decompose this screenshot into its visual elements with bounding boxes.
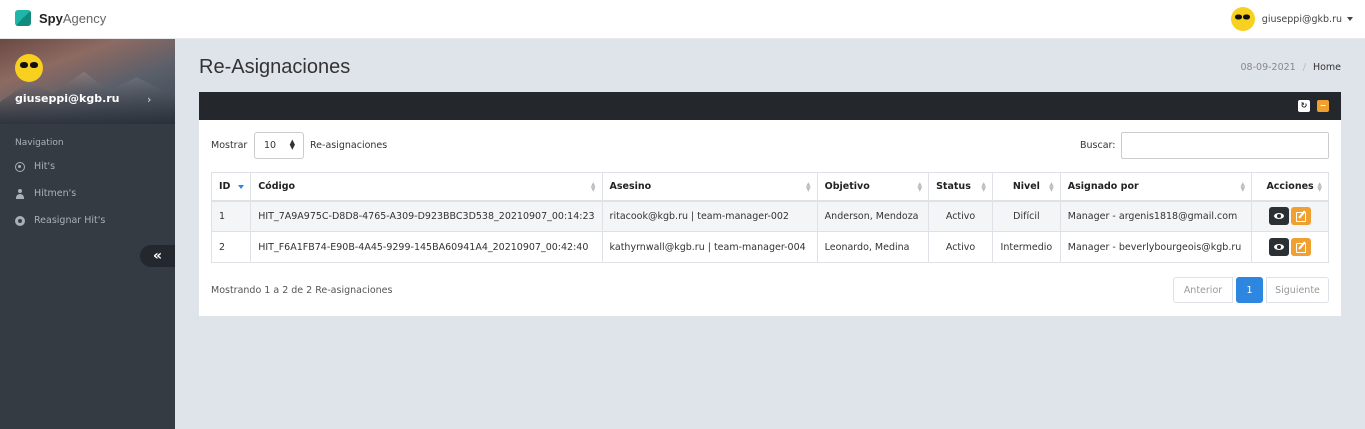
dot-circle-icon [15, 215, 25, 226]
sidebar: giuseppi@kgb.ru › Navigation Hit's Hitme… [0, 39, 175, 429]
view-eye-icon[interactable] [1269, 207, 1290, 226]
sort-icon: ▲ ▼ [1049, 181, 1054, 193]
sort-icon: ▲ ▼ [917, 181, 923, 193]
table-header-row: ID Código ▲ ▼ Asesino ▲ ▼ Objetivo ▲ ▼ Status ▲… [210, 172, 1329, 202]
reassignments-card: ↻ − Mostrar 10 ▲ ▼ Re-asignaciones Buscar… [199, 92, 1341, 316]
column-header-status[interactable]: Status ▲ ▼ [928, 172, 993, 202]
profile-avatar-icon [15, 54, 43, 82]
pagination-next-button[interactable]: Siguiente [1266, 277, 1329, 303]
cell-asesino: kathyrnwall@kgb.ru | team-manager-004 [601, 231, 818, 263]
top-navbar: SpyAgency giuseppi@gkb.ru [0, 0, 1365, 39]
cell-objetivo: Leonardo, Medina [816, 231, 930, 263]
table-info: Mostrando 1 a 2 de 2 Re-asignaciones [211, 285, 393, 296]
search-input[interactable] [1121, 132, 1329, 159]
crosshair-icon [15, 161, 25, 172]
table-row[interactable]: 1 HIT_7A9A975C-D8D8-4765-A309-D923BBC3D5… [210, 200, 1329, 232]
cell-id: 1 [210, 200, 252, 232]
select-arrows-icon: ▲ ▼ [289, 138, 295, 151]
edit-icon[interactable] [1291, 207, 1312, 226]
brand-logo-icon [15, 10, 31, 26]
length-suffix: Re-asignaciones [310, 140, 388, 151]
page-title: Re-Asignaciones [199, 56, 351, 78]
refresh-icon[interactable]: ↻ [1298, 100, 1310, 112]
chevron-right-icon[interactable]: › [147, 93, 151, 106]
column-header-codigo[interactable]: Código ▲ ▼ [250, 172, 603, 202]
search-label: Buscar: [1080, 140, 1116, 151]
sidebar-profile[interactable]: giuseppi@kgb.ru › [0, 39, 175, 124]
cell-status: Activo [928, 200, 993, 232]
cell-codigo: HIT_F6A1FB74-E90B-4A45-9299-145BA60941A4… [250, 231, 603, 263]
sidebar-item-hitmen[interactable]: Hitmen's [15, 188, 76, 199]
sidebar-item-reasignar[interactable]: Reasignar Hit's [15, 215, 105, 226]
brand-name: SpyAgency [39, 10, 107, 26]
user-icon [15, 188, 25, 199]
cell-acciones [1251, 231, 1329, 263]
column-header-asignado[interactable]: Asignado por ▲ ▼ [1059, 172, 1253, 202]
column-header-nivel[interactable]: Nivel ▲ ▼ [992, 172, 1061, 202]
length-label: Mostrar [211, 140, 248, 151]
cell-asignado: Manager - argenis1818@gmail.com [1059, 200, 1253, 232]
pagination: Anterior 1 Siguiente [1173, 277, 1329, 303]
sort-icon: ▲ ▼ [1240, 181, 1246, 193]
brand[interactable]: SpyAgency [15, 10, 106, 26]
view-eye-icon[interactable] [1269, 238, 1290, 256]
cell-objetivo: Anderson, Mendoza [816, 200, 930, 232]
user-menu[interactable]: giuseppi@gkb.ru [1230, 7, 1353, 31]
edit-icon[interactable] [1291, 238, 1312, 256]
breadcrumb-separator: / [1302, 62, 1306, 73]
page-length-select[interactable]: 10 ▲ ▼ [254, 132, 304, 159]
sort-icon: ▲ ▼ [590, 181, 596, 193]
sidebar-item-label: Hit's [34, 161, 56, 172]
sidebar-item-label: Reasignar Hit's [34, 215, 106, 226]
table-row[interactable]: 2 HIT_F6A1FB74-E90B-4A45-9299-145BA60941… [210, 231, 1329, 263]
caret-down-icon [1347, 17, 1353, 21]
sort-icon: ▲ ▼ [981, 181, 986, 193]
minimize-icon[interactable]: − [1317, 100, 1329, 112]
sort-desc-icon [238, 185, 245, 189]
pagination-page-1[interactable]: 1 [1236, 277, 1263, 303]
sidebar-item-hits[interactable]: Hit's [15, 161, 55, 172]
nav-heading: Navigation [15, 138, 64, 148]
pagination-prev-button[interactable]: Anterior [1173, 277, 1233, 303]
cell-asesino: ritacook@kgb.ru | team-manager-002 [601, 200, 818, 232]
cell-id: 2 [210, 231, 252, 263]
card-header: ↻ − [199, 92, 1341, 120]
breadcrumb: 08-09-2021 / Home [1241, 62, 1341, 73]
cell-acciones [1251, 200, 1329, 232]
sidebar-collapse-button[interactable]: « [140, 245, 175, 267]
column-header-objetivo[interactable]: Objetivo ▲ ▼ [816, 172, 930, 202]
sidebar-item-label: Hitmen's [34, 188, 77, 199]
sort-icon: ▲ ▼ [1317, 181, 1322, 193]
breadcrumb-home-link[interactable]: Home [1313, 62, 1341, 73]
avatar-sunglasses-icon [1230, 7, 1255, 31]
cell-nivel: Difícil [992, 200, 1061, 232]
column-header-acciones[interactable]: Acciones ▲ ▼ [1251, 172, 1329, 202]
page-length-value: 10 [264, 140, 277, 151]
reassignments-table: ID Código ▲ ▼ Asesino ▲ ▼ Objetivo ▲ ▼ Status ▲… [210, 172, 1329, 263]
sort-icon: ▲ ▼ [806, 181, 811, 193]
profile-email: giuseppi@kgb.ru [15, 92, 120, 105]
cell-status: Activo [928, 231, 993, 263]
breadcrumb-date: 08-09-2021 [1240, 62, 1296, 73]
cell-asignado: Manager - beverlybourgeois@kgb.ru [1059, 231, 1253, 263]
column-header-asesino[interactable]: Asesino ▲ ▼ [601, 172, 818, 202]
column-header-id[interactable]: ID [210, 172, 252, 202]
cell-codigo: HIT_7A9A975C-D8D8-4765-A309-D923BBC3D538… [250, 200, 603, 232]
user-email: giuseppi@gkb.ru [1261, 13, 1342, 25]
cell-nivel: Intermedio [992, 231, 1061, 263]
